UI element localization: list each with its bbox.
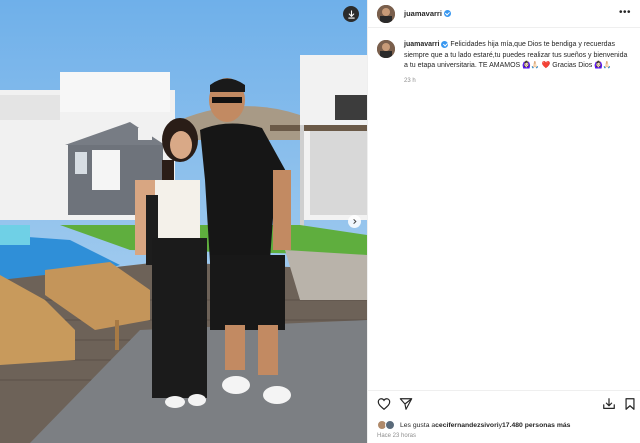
post-timestamp: Hace 23 horas	[377, 433, 417, 439]
chevron-right-icon	[353, 218, 357, 225]
caption-avatar[interactable]	[377, 40, 395, 58]
download-icon	[347, 9, 355, 19]
avatar-image	[377, 40, 395, 58]
verified-badge-icon	[441, 40, 449, 48]
caption: juamavarri Felicidades hija mía,que Dios…	[377, 40, 635, 84]
avatar-image	[377, 4, 395, 23]
verified-badge-icon	[443, 10, 451, 17]
post-photo[interactable]	[0, 0, 367, 443]
repost-icon[interactable]	[602, 397, 616, 411]
caption-timestamp[interactable]: 23 h	[404, 78, 632, 84]
caption-heart: ❤️	[541, 62, 551, 69]
post-header: juamavarri •••	[368, 0, 640, 28]
bookmark-icon[interactable]	[623, 397, 637, 411]
likes-prefix: Les gusta a	[400, 421, 436, 429]
heart-icon[interactable]	[377, 397, 391, 411]
avatar	[385, 420, 395, 430]
action-bar	[368, 397, 640, 413]
more-options-icon[interactable]: •••	[619, 8, 631, 18]
next-photo-button[interactable]	[348, 215, 361, 228]
caption-username[interactable]: juamavarri	[404, 41, 439, 48]
likes-user[interactable]: cecifernandezsivori	[435, 422, 498, 429]
post-sidebar: juamavarri ••• juamavarri Felicidades hi…	[367, 0, 640, 443]
divider	[368, 390, 640, 391]
header-username[interactable]: juamavarri	[404, 9, 442, 18]
caption-text: juamavarri Felicidades hija mía,que Dios…	[404, 40, 632, 72]
avatar[interactable]	[377, 4, 395, 23]
send-icon[interactable]	[399, 397, 413, 411]
download-button[interactable]	[343, 6, 359, 22]
likes-summary[interactable]: Les gusta a cecifernandezsivori y 17.480…	[377, 420, 570, 430]
photo-scene	[0, 0, 367, 443]
likes-count[interactable]: 17.480 personas más	[502, 422, 570, 429]
caption-tail: Gracias Dios 🙆🏻‍♀️🙏🏻	[550, 62, 612, 69]
liker-avatars	[377, 420, 397, 430]
